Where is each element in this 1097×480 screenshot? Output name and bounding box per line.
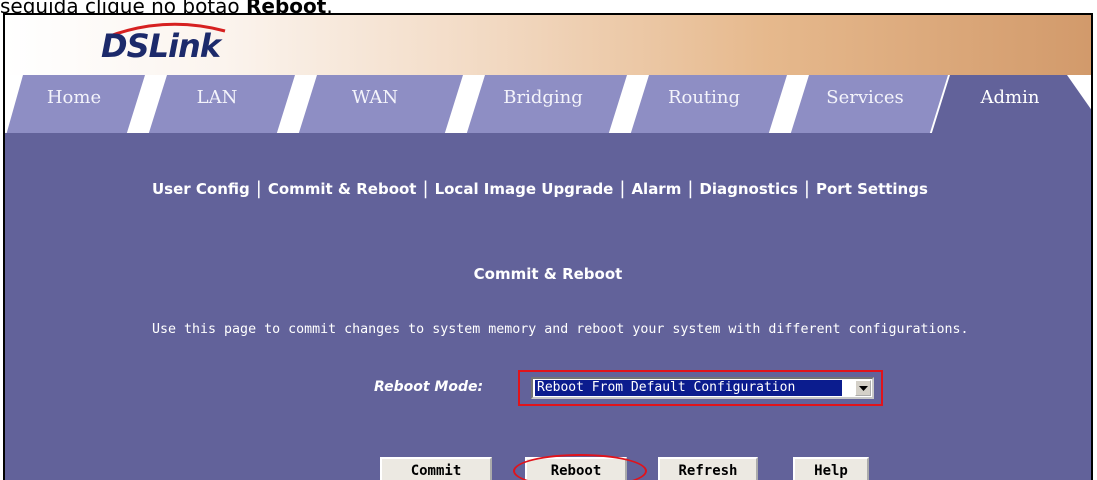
tab-bridging[interactable]: Bridging: [488, 87, 598, 108]
subnav-separator: |: [687, 178, 694, 199]
admin-sub-navigation: User Config | Commit & Reboot | Local Image …: [152, 178, 928, 199]
reboot-mode-label: Reboot Mode:: [374, 379, 484, 395]
subnav-separator: |: [619, 178, 626, 199]
subnav-commit-reboot[interactable]: Commit & Reboot: [268, 180, 417, 198]
subnav-alarm[interactable]: Alarm: [631, 180, 681, 198]
tab-lan[interactable]: LAN: [162, 87, 272, 108]
dslink-logo: DSLink: [101, 19, 251, 71]
dropdown-arrow-icon[interactable]: [855, 380, 871, 396]
reboot-mode-select[interactable]: Reboot From Default Configuration: [531, 377, 874, 399]
logo-text: DSLink: [101, 27, 221, 65]
tab-admin[interactable]: Admin: [955, 87, 1065, 108]
commit-button[interactable]: Commit: [380, 457, 492, 480]
tab-services[interactable]: Services: [810, 87, 920, 108]
subnav-separator: |: [803, 178, 810, 199]
subnav-port-settings[interactable]: Port Settings: [816, 180, 928, 198]
page-description: Use this page to commit changes to syste…: [152, 322, 969, 337]
tab-routing[interactable]: Routing: [649, 87, 759, 108]
help-button[interactable]: Help: [793, 457, 869, 480]
subnav-separator: |: [255, 178, 262, 199]
refresh-button[interactable]: Refresh: [658, 457, 758, 480]
subnav-diagnostics[interactable]: Diagnostics: [699, 180, 798, 198]
main-tab-bar: Home LAN WAN Bridging Routing Services A…: [5, 75, 1091, 139]
router-admin-window: DSLink Home LAN WAN Bridging Routing Ser…: [3, 13, 1093, 480]
highlight-annotation-ellipse: [513, 454, 647, 480]
page-title: Commit & Reboot: [473, 265, 623, 283]
header-banner: DSLink: [5, 15, 1091, 75]
tab-wan[interactable]: WAN: [320, 87, 430, 108]
tab-home[interactable]: Home: [19, 87, 129, 108]
subnav-separator: |: [422, 178, 429, 199]
action-buttons: Commit Reboot Refresh Help: [5, 454, 1091, 480]
subnav-user-config[interactable]: User Config: [152, 180, 250, 198]
subnav-local-image-upgrade[interactable]: Local Image Upgrade: [435, 180, 614, 198]
admin-content-panel: User Config | Commit & Reboot | Local Image …: [5, 139, 1091, 480]
reboot-mode-selected-value: Reboot From Default Configuration: [535, 380, 842, 396]
